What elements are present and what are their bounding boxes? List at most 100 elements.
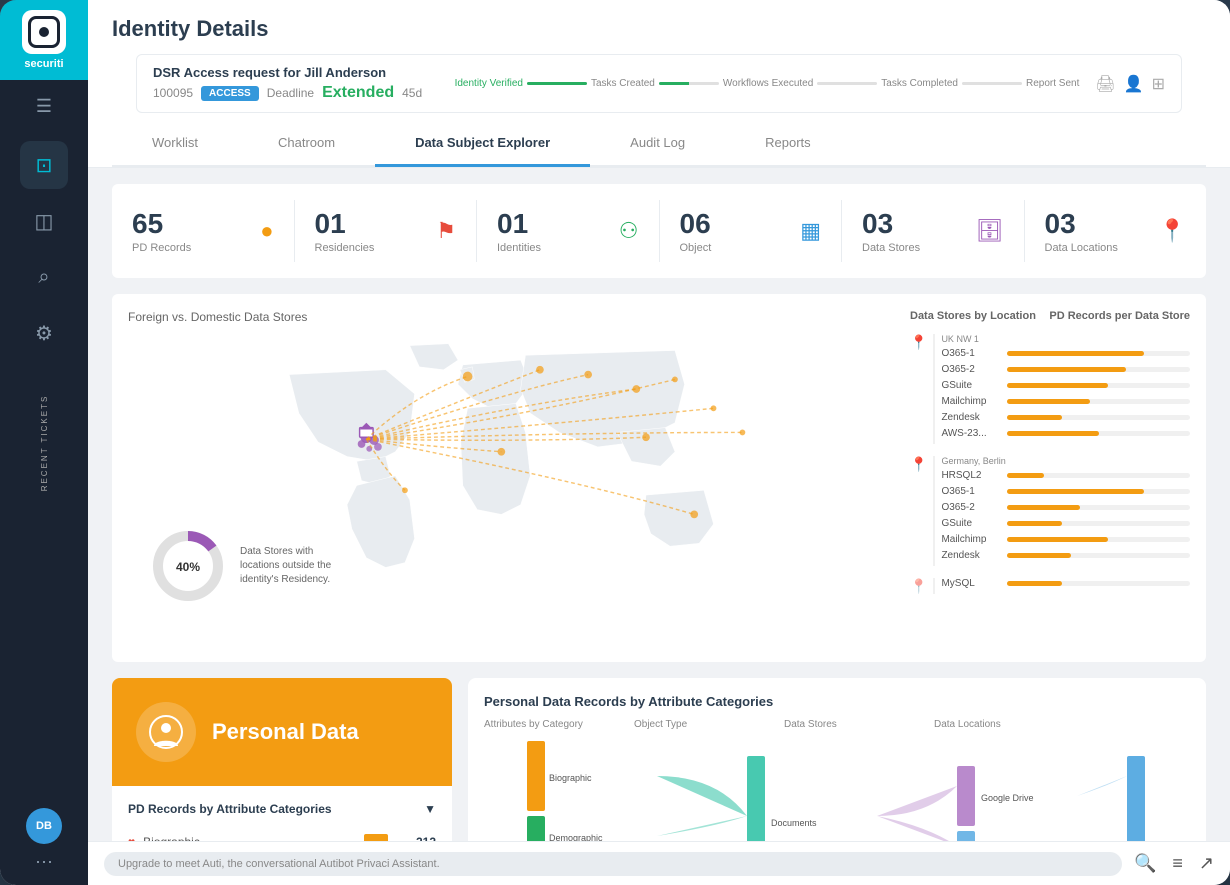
pd-chart-title: Personal Data Records by Attribute Categ… <box>484 694 1190 709</box>
dsr-action-icons: 🖨 👤 ⊞ <box>1095 74 1165 94</box>
logo-area: securiti <box>0 0 88 80</box>
dsr-request-bar: DSR Access request for Jill Anderson 100… <box>136 54 1182 113</box>
filter-icon[interactable]: ≡ <box>1172 853 1183 874</box>
region-germany: 📍 Germany, Berlin HRSQL2 O365-1 O365-2 G… <box>910 456 1190 566</box>
progress-line-4 <box>962 82 1022 85</box>
stat-res-number: 01 <box>315 208 375 240</box>
progress-line-3 <box>817 82 877 85</box>
stat-pd-label: PD Records <box>132 242 191 254</box>
stat-identities: 01 Identities ⚇ <box>477 200 660 262</box>
tab-data-subject-explorer[interactable]: Data Subject Explorer <box>375 121 590 167</box>
nav-list: ⊡ ◫ ⌕ ⚙ <box>20 133 68 796</box>
sidebar: securiti ☰ ⊡ ◫ ⌕ ⚙ DB ⋯ RECENT TICKETS <box>0 0 88 885</box>
uk-region-label: UK NW 1 <box>941 334 1190 344</box>
pd-section-title: PD Records by Attribute Categories <box>128 802 332 816</box>
step-tasks: Tasks Created <box>591 78 655 89</box>
map-section: Foreign vs. Domestic Data Stores <box>112 294 1206 662</box>
loc-mailchimp: Mailchimp <box>941 396 1190 407</box>
pd-card-header: Personal Data <box>112 678 452 786</box>
main-tabs: Worklist Chatroom Data Subject Explorer … <box>112 121 1206 167</box>
header: Identity Details DSR Access request for … <box>88 0 1230 168</box>
logo-box <box>22 10 66 54</box>
donut-chart-container: 40% Data Stores with locations outside t… <box>148 526 340 606</box>
tab-reports[interactable]: Reports <box>725 121 851 167</box>
user-icon[interactable]: 👤 <box>1124 74 1144 94</box>
map-container: 40% Data Stores with locations outside t… <box>128 336 894 646</box>
stat-object: 06 Object ▦ <box>660 200 843 262</box>
loc-mysql: MySQL <box>941 578 1190 589</box>
dsr-progress-steps: Identity Verified Tasks Created Workflow… <box>455 78 1080 89</box>
svg-text:Documents: Documents <box>771 818 817 828</box>
stats-row: 65 PD Records ● 01 Residencies ⚑ 01 Iden <box>112 184 1206 278</box>
stat-pd-records: 65 PD Records ● <box>112 200 295 262</box>
stat-dl-icon: 📍 <box>1159 218 1186 244</box>
pin-germany-icon: 📍 <box>910 456 927 473</box>
step-tasks-completed-label: Tasks Completed <box>881 78 958 89</box>
tab-worklist[interactable]: Worklist <box>112 121 238 167</box>
sankey-svg: Biographic Demographic Financial Documen… <box>484 736 1190 841</box>
nav-search[interactable]: ⌕ <box>20 253 68 301</box>
tab-audit-log[interactable]: Audit Log <box>590 121 725 167</box>
germany-region-label: Germany, Berlin <box>941 456 1190 466</box>
stat-residencies: 01 Residencies ⚑ <box>295 200 478 262</box>
stat-obj-number: 06 <box>680 208 712 240</box>
svg-text:40%: 40% <box>176 560 200 574</box>
dots-menu[interactable]: ⋯ <box>35 852 53 873</box>
nav-dashboard[interactable]: ⊡ <box>20 141 68 189</box>
chat-upgrade-message[interactable]: Upgrade to meet Auti, the conversational… <box>104 852 1122 876</box>
progress-line-2 <box>659 82 719 85</box>
search-bottom-icon[interactable]: 🔍 <box>1134 853 1156 874</box>
hamburger-menu[interactable]: ☰ <box>0 80 88 133</box>
expand-icon[interactable]: ⊞ <box>1152 74 1165 94</box>
svg-text:Demographic: Demographic <box>549 833 603 841</box>
user-avatar[interactable]: DB <box>26 808 62 844</box>
data-stores-panel: Data Stores by Location PD Records per D… <box>910 310 1190 646</box>
pd-chart-card: Personal Data Records by Attribute Categ… <box>468 678 1206 841</box>
stat-dl-label: Data Locations <box>1045 242 1118 254</box>
step-report: Report Sent <box>1026 78 1079 89</box>
dsr-id: 100095 <box>153 86 193 100</box>
biographic-bar <box>364 834 388 841</box>
loc-o365-1: O365-1 <box>941 348 1190 359</box>
content-area: 65 PD Records ● 01 Residencies ⚑ 01 Iden <box>88 168 1230 841</box>
pd-card-title: Personal Data <box>212 719 359 745</box>
progress-line-1 <box>527 82 587 85</box>
step-identity: Identity Verified <box>455 78 523 89</box>
pd-row-biographic: ♥ Biographic 212 <box>128 828 436 841</box>
sankey-chart: Biographic Demographic Financial Documen… <box>484 736 1190 841</box>
loc-de-mailchimp: Mailchimp <box>941 534 1190 545</box>
header-data-locations: Data Locations <box>934 719 1190 730</box>
print-icon[interactable]: 🖨 <box>1095 74 1115 94</box>
arrow-icon[interactable]: ↗ <box>1199 853 1214 874</box>
map-title: Foreign vs. Domestic Data Stores <box>128 310 894 324</box>
step-report-label: Report Sent <box>1026 78 1079 89</box>
stat-pd-number: 65 <box>132 208 191 240</box>
bottom-section: Personal Data PD Records by Attribute Ca… <box>112 678 1206 841</box>
nav-data[interactable]: ◫ <box>20 197 68 245</box>
header-object: Object Type <box>634 719 784 730</box>
stat-obj-icon: ▦ <box>800 218 821 244</box>
stat-res-label: Residencies <box>315 242 375 254</box>
dsr-extended: Extended <box>322 84 394 102</box>
stat-dl-number: 03 <box>1045 208 1118 240</box>
nav-settings[interactable]: ⚙ <box>20 309 68 357</box>
bottom-bar: Upgrade to meet Auti, the conversational… <box>88 841 1230 885</box>
pd-icon <box>136 702 196 762</box>
stat-ds-label: Data Stores <box>862 242 920 254</box>
page-title: Identity Details <box>112 16 1206 42</box>
svg-text:Biographic: Biographic <box>549 773 592 783</box>
chart-column-headers: Attributes by Category Object Type Data … <box>484 719 1190 730</box>
sidebar-bottom: DB ⋯ <box>26 796 62 885</box>
loc-zendesk: Zendesk <box>941 412 1190 423</box>
donut-chart-svg: 40% <box>148 526 228 606</box>
map-left: Foreign vs. Domestic Data Stores <box>128 310 894 646</box>
svg-text:Google Drive: Google Drive <box>981 793 1034 803</box>
dsr-badge: ACCESS <box>201 86 259 101</box>
step-identity-label: Identity Verified <box>455 78 523 89</box>
stat-pd-icon: ● <box>260 218 273 244</box>
tab-chatroom[interactable]: Chatroom <box>238 121 375 167</box>
pd-dropdown-icon[interactable]: ▼ <box>424 802 436 816</box>
dsr-days: 45d <box>402 86 422 100</box>
region-mysql: 📍 MySQL <box>910 578 1190 595</box>
loc-de-o365-1: O365-1 <box>941 486 1190 497</box>
